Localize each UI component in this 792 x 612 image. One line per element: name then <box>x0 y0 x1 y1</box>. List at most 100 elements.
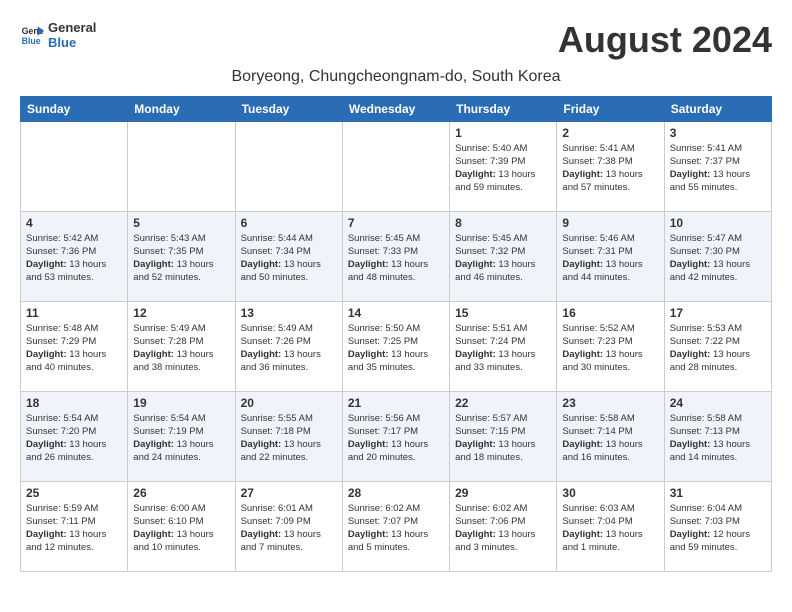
day-cell-content: Sunrise: 6:01 AMSunset: 7:09 PMDaylight:… <box>241 502 337 555</box>
weekday-header-friday: Friday <box>557 96 664 121</box>
calendar-cell <box>235 121 342 211</box>
day-number: 23 <box>562 396 658 410</box>
calendar-week-4: 18Sunrise: 5:54 AMSunset: 7:20 PMDayligh… <box>21 391 772 481</box>
day-number: 25 <box>26 486 122 500</box>
month-year-title: August 2024 <box>558 20 772 60</box>
calendar-cell: 15 Sunrise: 5:51 AMSunset: 7:24 PMDayligh… <box>450 301 557 391</box>
day-number: 20 <box>241 396 337 410</box>
day-number: 24 <box>670 396 766 410</box>
logo-icon: General Blue <box>20 23 44 47</box>
day-number: 18 <box>26 396 122 410</box>
logo-text-general: General <box>48 20 96 35</box>
calendar-cell: 26 Sunrise: 6:00 AMSunset: 6:10 PMDayligh… <box>128 481 235 571</box>
calendar-cell: 7 Sunrise: 5:45 AMSunset: 7:33 PMDaylight… <box>342 211 449 301</box>
calendar-cell: 2Sunrise: 5:41 AMSunset: 7:38 PMDaylight… <box>557 121 664 211</box>
day-number: 27 <box>241 486 337 500</box>
calendar-cell: 13Sunrise: 5:49 AMSunset: 7:26 PMDayligh… <box>235 301 342 391</box>
calendar-week-3: 11Sunrise: 5:48 AMSunset: 7:29 PMDayligh… <box>21 301 772 391</box>
day-number: 11 <box>26 306 122 320</box>
calendar-cell: 30 Sunrise: 6:03 AMSunset: 7:04 PMDayligh… <box>557 481 664 571</box>
day-number: 30 <box>562 486 658 500</box>
day-cell-content: Sunrise: 6:04 AMSunset: 7:03 PMDaylight:… <box>670 502 766 555</box>
day-cell-content: Sunrise: 5:59 AMSunset: 7:11 PMDaylight:… <box>26 502 122 555</box>
weekday-header-wednesday: Wednesday <box>342 96 449 121</box>
day-cell-content: Sunrise: 5:47 AMSunset: 7:30 PMDaylight:… <box>670 232 766 285</box>
calendar-cell: 31Sunrise: 6:04 AMSunset: 7:03 PMDayligh… <box>664 481 771 571</box>
logo-text-blue: Blue <box>48 35 96 50</box>
day-cell-content: Sunrise: 5:41 AMSunset: 7:37 PMDaylight:… <box>670 142 766 195</box>
day-number: 16 <box>562 306 658 320</box>
day-cell-content: Sunrise: 5:56 AMSunset: 7:17 PMDaylight:… <box>348 412 444 465</box>
calendar-cell: 3 Sunrise: 5:41 AMSunset: 7:37 PMDaylight… <box>664 121 771 211</box>
calendar-cell: 1 Sunrise: 5:40 AMSunset: 7:39 PMDaylight… <box>450 121 557 211</box>
calendar-cell: 24 Sunrise: 5:58 AMSunset: 7:13 PMDayligh… <box>664 391 771 481</box>
calendar-table: SundayMondayTuesdayWednesdayThursdayFrid… <box>20 96 772 572</box>
calendar-cell: 4 Sunrise: 5:42 AMSunset: 7:36 PMDaylight… <box>21 211 128 301</box>
calendar-week-5: 25 Sunrise: 5:59 AMSunset: 7:11 PMDayligh… <box>21 481 772 571</box>
calendar-cell: 27 Sunrise: 6:01 AMSunset: 7:09 PMDayligh… <box>235 481 342 571</box>
day-number: 8 <box>455 216 551 230</box>
day-cell-content: Sunrise: 5:49 AMSunset: 7:28 PMDaylight:… <box>133 322 229 375</box>
day-number: 14 <box>348 306 444 320</box>
calendar-cell <box>21 121 128 211</box>
day-number: 29 <box>455 486 551 500</box>
weekday-header-saturday: Saturday <box>664 96 771 121</box>
day-cell-content: Sunrise: 5:52 AMSunset: 7:23 PMDaylight:… <box>562 322 658 375</box>
day-cell-content: Sunrise: 5:57 AMSunset: 7:15 PMDaylight:… <box>455 412 551 465</box>
calendar-cell: 14 Sunrise: 5:50 AMSunset: 7:25 PMDayligh… <box>342 301 449 391</box>
calendar-cell: 21Sunrise: 5:56 AMSunset: 7:17 PMDayligh… <box>342 391 449 481</box>
day-number: 9 <box>562 216 658 230</box>
day-cell-content: Sunrise: 5:46 AMSunset: 7:31 PMDaylight:… <box>562 232 658 285</box>
day-cell-content: Sunrise: 5:45 AMSunset: 7:32 PMDaylight:… <box>455 232 551 285</box>
calendar-cell: 17 Sunrise: 5:53 AMSunset: 7:22 PMDayligh… <box>664 301 771 391</box>
day-cell-content: Sunrise: 6:03 AMSunset: 7:04 PMDaylight:… <box>562 502 658 555</box>
day-cell-content: Sunrise: 5:50 AMSunset: 7:25 PMDaylight:… <box>348 322 444 375</box>
day-number: 17 <box>670 306 766 320</box>
day-number: 19 <box>133 396 229 410</box>
day-cell-content: Sunrise: 5:43 AMSunset: 7:35 PMDaylight:… <box>133 232 229 285</box>
day-number: 6 <box>241 216 337 230</box>
logo: General Blue General Blue <box>20 20 96 50</box>
day-number: 12 <box>133 306 229 320</box>
day-cell-content: Sunrise: 5:51 AMSunset: 7:24 PMDaylight:… <box>455 322 551 375</box>
calendar-cell: 29 Sunrise: 6:02 AMSunset: 7:06 PMDayligh… <box>450 481 557 571</box>
weekday-header-row: SundayMondayTuesdayWednesdayThursdayFrid… <box>21 96 772 121</box>
calendar-cell: 19 Sunrise: 5:54 AMSunset: 7:19 PMDayligh… <box>128 391 235 481</box>
day-number: 26 <box>133 486 229 500</box>
calendar-week-2: 4 Sunrise: 5:42 AMSunset: 7:36 PMDaylight… <box>21 211 772 301</box>
day-number: 4 <box>26 216 122 230</box>
calendar-cell: 6Sunrise: 5:44 AMSunset: 7:34 PMDaylight… <box>235 211 342 301</box>
calendar-cell: 5Sunrise: 5:43 AMSunset: 7:35 PMDaylight… <box>128 211 235 301</box>
calendar-week-1: 1 Sunrise: 5:40 AMSunset: 7:39 PMDaylight… <box>21 121 772 211</box>
day-cell-content: Sunrise: 5:42 AMSunset: 7:36 PMDaylight:… <box>26 232 122 285</box>
calendar-cell: 11Sunrise: 5:48 AMSunset: 7:29 PMDayligh… <box>21 301 128 391</box>
calendar-cell: 12 Sunrise: 5:49 AMSunset: 7:28 PMDayligh… <box>128 301 235 391</box>
page-header: General Blue General Blue August 2024 <box>20 20 772 60</box>
calendar-cell: 20 Sunrise: 5:55 AMSunset: 7:18 PMDayligh… <box>235 391 342 481</box>
calendar-cell: 18Sunrise: 5:54 AMSunset: 7:20 PMDayligh… <box>21 391 128 481</box>
weekday-header-monday: Monday <box>128 96 235 121</box>
weekday-header-thursday: Thursday <box>450 96 557 121</box>
day-cell-content: Sunrise: 5:49 AMSunset: 7:26 PMDaylight:… <box>241 322 337 375</box>
title-block: August 2024 <box>558 20 772 60</box>
day-cell-content: Sunrise: 5:45 AMSunset: 7:33 PMDaylight:… <box>348 232 444 285</box>
calendar-cell: 8 Sunrise: 5:45 AMSunset: 7:32 PMDaylight… <box>450 211 557 301</box>
day-cell-content: Sunrise: 5:55 AMSunset: 7:18 PMDaylight:… <box>241 412 337 465</box>
day-cell-content: Sunrise: 6:02 AMSunset: 7:06 PMDaylight:… <box>455 502 551 555</box>
day-cell-content: Sunrise: 6:02 AMSunset: 7:07 PMDaylight:… <box>348 502 444 555</box>
day-cell-content: Sunrise: 6:00 AMSunset: 6:10 PMDaylight:… <box>133 502 229 555</box>
day-cell-content: Sunrise: 5:58 AMSunset: 7:13 PMDaylight:… <box>670 412 766 465</box>
day-cell-content: Sunrise: 5:58 AMSunset: 7:14 PMDaylight:… <box>562 412 658 465</box>
calendar-cell <box>128 121 235 211</box>
day-number: 3 <box>670 126 766 140</box>
calendar-cell: 28Sunrise: 6:02 AMSunset: 7:07 PMDayligh… <box>342 481 449 571</box>
day-cell-content: Sunrise: 5:54 AMSunset: 7:19 PMDaylight:… <box>133 412 229 465</box>
calendar-cell: 9 Sunrise: 5:46 AMSunset: 7:31 PMDaylight… <box>557 211 664 301</box>
day-number: 15 <box>455 306 551 320</box>
day-cell-content: Sunrise: 5:40 AMSunset: 7:39 PMDaylight:… <box>455 142 551 195</box>
day-cell-content: Sunrise: 5:53 AMSunset: 7:22 PMDaylight:… <box>670 322 766 375</box>
day-number: 7 <box>348 216 444 230</box>
day-number: 1 <box>455 126 551 140</box>
calendar-cell: 16 Sunrise: 5:52 AMSunset: 7:23 PMDayligh… <box>557 301 664 391</box>
calendar-cell: 25 Sunrise: 5:59 AMSunset: 7:11 PMDayligh… <box>21 481 128 571</box>
